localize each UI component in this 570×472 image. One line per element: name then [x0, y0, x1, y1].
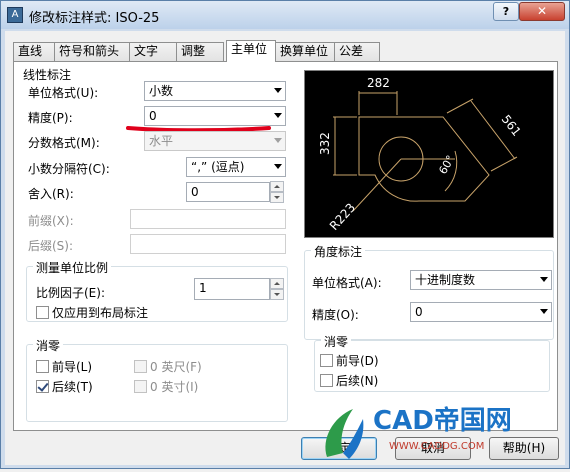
angular-precision-value: 0: [415, 305, 423, 319]
chevron-down-icon: [274, 164, 282, 169]
tab-alternate-units[interactable]: 换算单位: [275, 42, 335, 61]
angular-leading-zero-checkbox[interactable]: [320, 354, 333, 367]
zero-angular-title: 消零: [321, 333, 352, 350]
trailing-zero-checkbox[interactable]: [36, 380, 49, 393]
spin-up-icon[interactable]: [270, 181, 284, 192]
spin-up-icon[interactable]: [270, 278, 284, 289]
decimal-separator-label: 小数分隔符(C):: [28, 162, 110, 176]
angular-trailing-zero-label: 后续(N): [336, 374, 379, 388]
tab-fit[interactable]: 调整: [176, 42, 224, 61]
angular-unit-format-value: 十进制度数: [415, 273, 476, 287]
scale-factor-label: 比例因子(E):: [36, 286, 105, 300]
tab-lines[interactable]: 直线: [13, 42, 55, 61]
spin-down-icon[interactable]: [270, 192, 284, 203]
help-title-button[interactable]: ?: [493, 2, 519, 21]
precision-label: 精度(P):: [28, 111, 73, 125]
tab-text[interactable]: 文字: [129, 42, 177, 61]
preview-dim-left: 332: [318, 132, 332, 155]
preview-dim-angle: 60°: [436, 153, 457, 176]
spin-down-icon[interactable]: [270, 289, 284, 300]
preview-dim-top: 282: [367, 76, 390, 90]
chevron-down-icon: [540, 277, 548, 282]
tab-tolerances[interactable]: 公差: [334, 42, 380, 61]
scale-factor-spinner[interactable]: [270, 278, 284, 300]
preview-dim-radius: R223: [327, 200, 358, 233]
round-off-input[interactable]: 0: [186, 182, 270, 202]
watermark-brand: CAD帝国网: [373, 405, 512, 436]
preview-drawing: 282 332 561 60° R223: [318, 76, 524, 233]
prefix-label: 前缀(X):: [28, 214, 74, 228]
round-off-spinner[interactable]: [270, 181, 284, 203]
zero-inches-label: 0 英寸(I): [150, 380, 199, 394]
trailing-zero-label: 后续(T): [52, 380, 93, 394]
decimal-separator-value: “,” (逗点): [191, 160, 245, 174]
chevron-down-icon: [540, 309, 548, 314]
angular-precision-select[interactable]: 0: [410, 302, 552, 322]
zero-feet-checkbox[interactable]: [134, 360, 147, 373]
decimal-separator-select[interactable]: “,” (逗点): [186, 157, 286, 177]
zero-linear-title: 消零: [33, 337, 64, 354]
angular-unit-format-select[interactable]: 十进制度数: [410, 270, 552, 290]
primary-units-panel: 线性标注 单位格式(U): 小数 精度(P): 0 分数格式(M): 水平 小数…: [13, 61, 558, 431]
fraction-format-select[interactable]: 水平: [144, 131, 286, 151]
zero-feet-label: 0 英尺(F): [150, 360, 202, 374]
suffix-label: 后缀(S):: [28, 239, 74, 253]
dimension-preview: 282 332 561 60° R223: [304, 70, 554, 238]
cad-logo-icon: CAD帝国网 WWW.CADDG.COM: [325, 405, 512, 459]
chevron-down-icon: [274, 138, 282, 143]
leading-zero-label: 前导(L): [52, 360, 93, 374]
layout-only-label: 仅应用到布局标注: [52, 306, 149, 320]
linear-group-title: 线性标注: [20, 66, 75, 83]
angular-trailing-zero-checkbox[interactable]: [320, 374, 333, 387]
scale-group-title: 测量单位比例: [33, 259, 112, 276]
angular-unit-format-label: 单位格式(A):: [312, 276, 382, 290]
tab-primary-units[interactable]: 主单位: [226, 40, 276, 62]
angular-dimensions-group: 角度标注: [304, 243, 554, 340]
unit-format-label: 单位格式(U):: [28, 86, 99, 100]
app-icon: A: [7, 7, 23, 23]
site-watermark: CAD帝国网 WWW.CADDG.COM: [319, 399, 519, 469]
round-off-label: 舍入(R):: [28, 187, 74, 201]
suffix-input[interactable]: [130, 234, 286, 254]
leading-zero-checkbox[interactable]: [36, 360, 49, 373]
fraction-format-value: 水平: [149, 134, 174, 148]
tab-symbols-arrows[interactable]: 符号和箭头: [54, 42, 130, 61]
title-bar[interactable]: A 修改标注样式: ISO-25 ? ✕: [1, 1, 569, 29]
precision-value: 0: [149, 109, 157, 123]
chevron-down-icon: [274, 88, 282, 93]
layout-only-checkbox[interactable]: [36, 306, 49, 319]
chevron-down-icon: [274, 113, 282, 118]
watermark-site: WWW.CADDG.COM: [389, 441, 484, 452]
dialog-window: A 修改标注样式: ISO-25 ? ✕ 直线 符号和箭头 文字 调整 主单位 …: [0, 0, 570, 469]
window-title: 修改标注样式: ISO-25: [29, 11, 160, 26]
unit-format-select[interactable]: 小数: [144, 81, 286, 101]
angular-precision-label: 精度(O):: [312, 308, 359, 322]
scale-factor-input[interactable]: 1: [194, 278, 270, 300]
close-button[interactable]: ✕: [519, 2, 565, 21]
fraction-format-label: 分数格式(M):: [28, 136, 100, 150]
angular-leading-zero-label: 前导(D): [336, 354, 379, 368]
angular-group-title: 角度标注: [311, 243, 366, 260]
prefix-input[interactable]: [130, 209, 286, 229]
preview-dim-right: 561: [499, 112, 524, 139]
unit-format-value: 小数: [149, 84, 174, 98]
zero-inches-checkbox[interactable]: [134, 380, 147, 393]
